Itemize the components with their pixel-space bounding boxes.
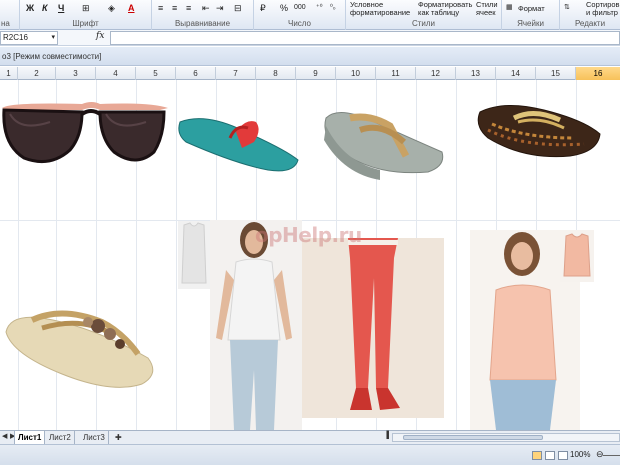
insert-sheet-icon[interactable]: ✚ — [112, 431, 125, 444]
indent-increase-icon[interactable]: ⇥ — [216, 2, 224, 14]
conditional-formatting-button[interactable]: Условное форматирование — [350, 1, 418, 17]
white-top-model-image[interactable] — [176, 220, 302, 430]
align-left-icon[interactable]: ≡ — [158, 2, 163, 14]
split-handle-icon[interactable]: ▐ — [384, 432, 389, 439]
zoom-slider[interactable] — [603, 455, 620, 456]
ribbon: на Ж К Ч ⊞ ◈ А Шрифт ≡ ≡ ≡ ⇤ ⇥ ⊟ Выравни… — [0, 0, 620, 30]
number-group: ₽ % 000 ⁺⁰ ⁰₀ Число — [254, 0, 346, 30]
column-header-15[interactable]: 15 — [536, 67, 576, 80]
sheet-tab-3[interactable]: Лист3 — [80, 431, 109, 444]
column-header-7[interactable]: 7 — [216, 67, 256, 80]
clipboard-group-label: на — [1, 19, 10, 28]
column-header-5[interactable]: 5 — [136, 67, 176, 80]
merge-icon[interactable]: ⊟ — [234, 2, 242, 14]
page-layout-view-icon[interactable] — [545, 451, 555, 460]
font-group-label: Шрифт — [72, 19, 99, 28]
decrease-decimal-icon[interactable]: ⁰₀ — [330, 2, 336, 14]
column-headers: 1 2 3 4 5 6 7 8 9 10 11 12 13 14 15 16 — [0, 67, 620, 80]
indent-decrease-icon[interactable]: ⇤ — [202, 2, 210, 14]
column-header-12[interactable]: 12 — [416, 67, 456, 80]
number-group-label: Число — [287, 19, 311, 28]
flipflop-teal-image[interactable] — [176, 108, 302, 176]
zoom-level: 100% — [570, 450, 591, 459]
column-header-1[interactable]: 1 — [0, 67, 18, 80]
flower-sandal-image[interactable] — [2, 292, 162, 394]
horizontal-scrollbar[interactable] — [392, 433, 620, 442]
font-color-button[interactable]: А — [128, 2, 135, 14]
bold-button[interactable]: Ж — [26, 2, 34, 14]
name-box-value: R2C16 — [3, 33, 28, 42]
name-box[interactable]: R2C16 ▾ — [0, 31, 58, 45]
column-header-9[interactable]: 9 — [296, 67, 336, 80]
red-jeans-image[interactable] — [302, 238, 444, 418]
column-header-14[interactable]: 14 — [496, 67, 536, 80]
previous-sheet-icon[interactable]: ◀ — [2, 432, 7, 440]
increase-decimal-icon[interactable]: ⁺⁰ — [316, 2, 323, 14]
font-group: Ж К Ч ⊞ ◈ А Шрифт — [20, 0, 152, 30]
status-bar: 100% ⊖ — [0, 444, 620, 465]
page-break-view-icon[interactable] — [558, 451, 568, 460]
sunglasses-image[interactable] — [0, 92, 170, 172]
editing-group-label: Редакти — [574, 19, 606, 28]
workbook-title: о3 [Режим совместимости] — [0, 47, 620, 66]
normal-view-icon[interactable] — [532, 451, 542, 460]
styles-group-label: Стили — [411, 19, 436, 28]
format-icon[interactable]: ▦ — [506, 2, 513, 14]
column-header-2[interactable]: 2 — [18, 67, 56, 80]
format-button[interactable]: Формат — [518, 5, 545, 13]
align-right-icon[interactable]: ≡ — [186, 2, 191, 14]
align-center-icon[interactable]: ≡ — [172, 2, 177, 14]
cells-group-label: Ячейки — [517, 19, 544, 28]
column-header-16[interactable]: 16 — [576, 67, 620, 80]
clipboard-group: на — [0, 0, 20, 30]
watermark-text: opHelp.ru — [255, 223, 362, 247]
insert-function-button[interactable]: fx — [96, 31, 104, 41]
styles-group: Условное форматирование Форматировать ка… — [346, 0, 502, 30]
percent-button[interactable]: % — [280, 2, 288, 14]
sheet-tab-2[interactable]: Лист2 — [46, 431, 75, 444]
underline-button[interactable]: Ч — [58, 2, 64, 14]
sort-filter-icon[interactable]: ⇅ — [564, 2, 570, 14]
peach-top-thumbnail-image[interactable] — [560, 230, 594, 282]
column-header-11[interactable]: 11 — [376, 67, 416, 80]
editing-group: ⇅ Сортиров и фильтр Редакти — [560, 0, 620, 30]
column-header-3[interactable]: 3 — [56, 67, 96, 80]
column-header-4[interactable]: 4 — [96, 67, 136, 80]
sheet-grid[interactable]: opHelp.ru — [0, 80, 620, 430]
sheet-tabs-bar: ◀ ▶ Лист1 Лист2 Лист3 ✚ ▐ — [0, 430, 620, 444]
column-header-6[interactable]: 6 — [176, 67, 216, 80]
formula-bar: R2C16 ▾ fx — [0, 30, 620, 46]
thousands-button[interactable]: 000 — [294, 2, 306, 14]
column-header-10[interactable]: 10 — [336, 67, 376, 80]
column-header-13[interactable]: 13 — [456, 67, 496, 80]
format-as-table-button[interactable]: Форматировать как таблицу — [418, 1, 474, 17]
cell-styles-button[interactable]: Стили ячеек — [476, 1, 502, 17]
sheet-tab-1[interactable]: Лист1 — [14, 431, 46, 444]
italic-button[interactable]: К — [42, 2, 48, 14]
sort-filter-button[interactable]: Сортиров и фильтр — [586, 1, 620, 17]
flipflop-brown-image[interactable] — [474, 98, 604, 168]
alignment-group-label: Выравнивание — [174, 19, 231, 28]
cells-group: ▦ Формат Ячейки — [502, 0, 560, 30]
alignment-group: ≡ ≡ ≡ ⇤ ⇥ ⊟ Выравнивание — [152, 0, 254, 30]
column-header-8[interactable]: 8 — [256, 67, 296, 80]
fill-color-icon[interactable]: ◈ — [108, 2, 115, 14]
currency-icon[interactable]: ₽ — [260, 2, 266, 14]
formula-input[interactable] — [110, 31, 620, 45]
borders-icon[interactable]: ⊞ — [82, 2, 90, 14]
wedge-sandal-image[interactable] — [320, 100, 448, 182]
scrollbar-thumb[interactable] — [403, 435, 543, 440]
chevron-down-icon[interactable]: ▾ — [51, 32, 55, 44]
